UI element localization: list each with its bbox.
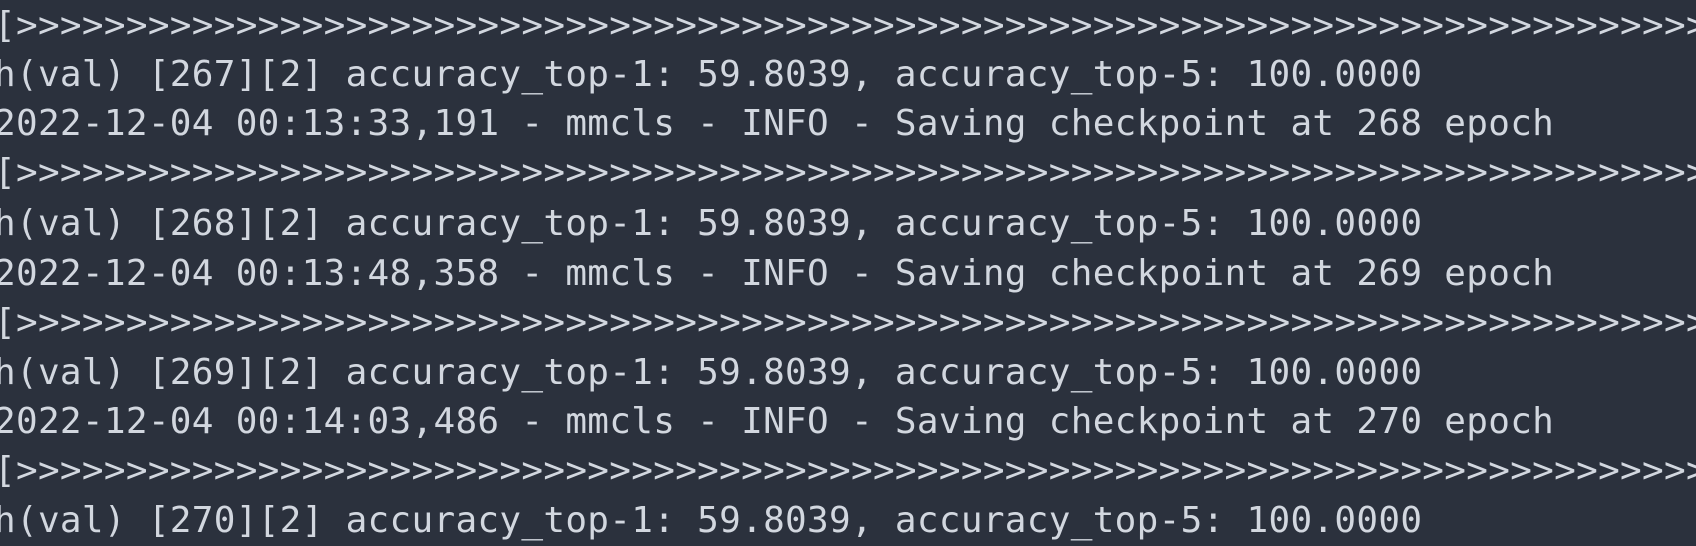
progress-bar-line: [>>>>>>>>>>>>>>>>>>>>>>>>>>>>>>>>>>>>>>>… — [0, 450, 1696, 491]
validation-result-line: h(val) [267][2] accuracy_top-1: 59.8039,… — [0, 54, 1423, 95]
validation-result-line: h(val) [268][2] accuracy_top-1: 59.8039,… — [0, 203, 1423, 244]
terminal-output[interactable]: [>>>>>>>>>>>>>>>>>>>>>>>>>>>>>>>>>>>>>>>… — [0, 0, 1696, 546]
checkpoint-log-line: 2022-12-04 00:13:33,191 - mmcls - INFO -… — [0, 103, 1555, 144]
progress-bar-line: [>>>>>>>>>>>>>>>>>>>>>>>>>>>>>>>>>>>>>>>… — [0, 302, 1696, 343]
progress-bar-line: [>>>>>>>>>>>>>>>>>>>>>>>>>>>>>>>>>>>>>>>… — [0, 5, 1696, 46]
checkpoint-log-line: 2022-12-04 00:13:48,358 - mmcls - INFO -… — [0, 253, 1555, 294]
progress-bar-line: [>>>>>>>>>>>>>>>>>>>>>>>>>>>>>>>>>>>>>>>… — [0, 152, 1696, 193]
validation-result-line: h(val) [270][2] accuracy_top-1: 59.8039,… — [0, 500, 1423, 541]
checkpoint-log-line: 2022-12-04 00:14:03,486 - mmcls - INFO -… — [0, 401, 1555, 442]
validation-result-line: h(val) [269][2] accuracy_top-1: 59.8039,… — [0, 352, 1423, 393]
